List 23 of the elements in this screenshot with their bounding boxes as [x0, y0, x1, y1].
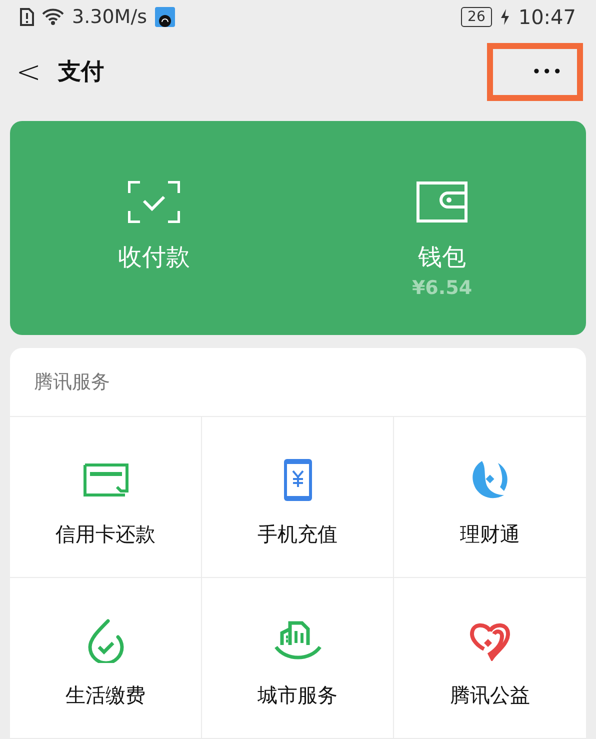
wifi-icon [42, 8, 64, 26]
page-title: 支付 [58, 58, 104, 87]
battery-icon: 26 [460, 7, 492, 27]
service-item[interactable]: 生活缴费 [10, 578, 202, 739]
service-item[interactable]: 腾讯公益 [394, 578, 586, 739]
wallet-icon [416, 181, 468, 223]
heart-icon [468, 621, 512, 661]
more-button[interactable]: ••• [487, 43, 583, 101]
back-button[interactable]: < [16, 50, 40, 94]
app-notification-icon [155, 7, 175, 27]
phone-icon [282, 458, 312, 502]
sim-alert-icon [20, 8, 34, 26]
network-speed: 3.30M/s [72, 4, 147, 30]
scan-check-icon [128, 181, 180, 223]
service-item[interactable]: 手机充值 [202, 417, 394, 578]
service-item[interactable]: 理财通 [394, 417, 586, 578]
card-icon [82, 463, 128, 497]
service-item[interactable]: 信用卡还款 [10, 417, 202, 578]
section-title: 腾讯服务 [34, 370, 110, 395]
drop-check-icon [86, 619, 126, 663]
clock: 10:47 [518, 4, 576, 31]
wallet-balance: ¥6.54 [412, 276, 472, 301]
service-item[interactable]: 城市服务 [202, 578, 394, 739]
